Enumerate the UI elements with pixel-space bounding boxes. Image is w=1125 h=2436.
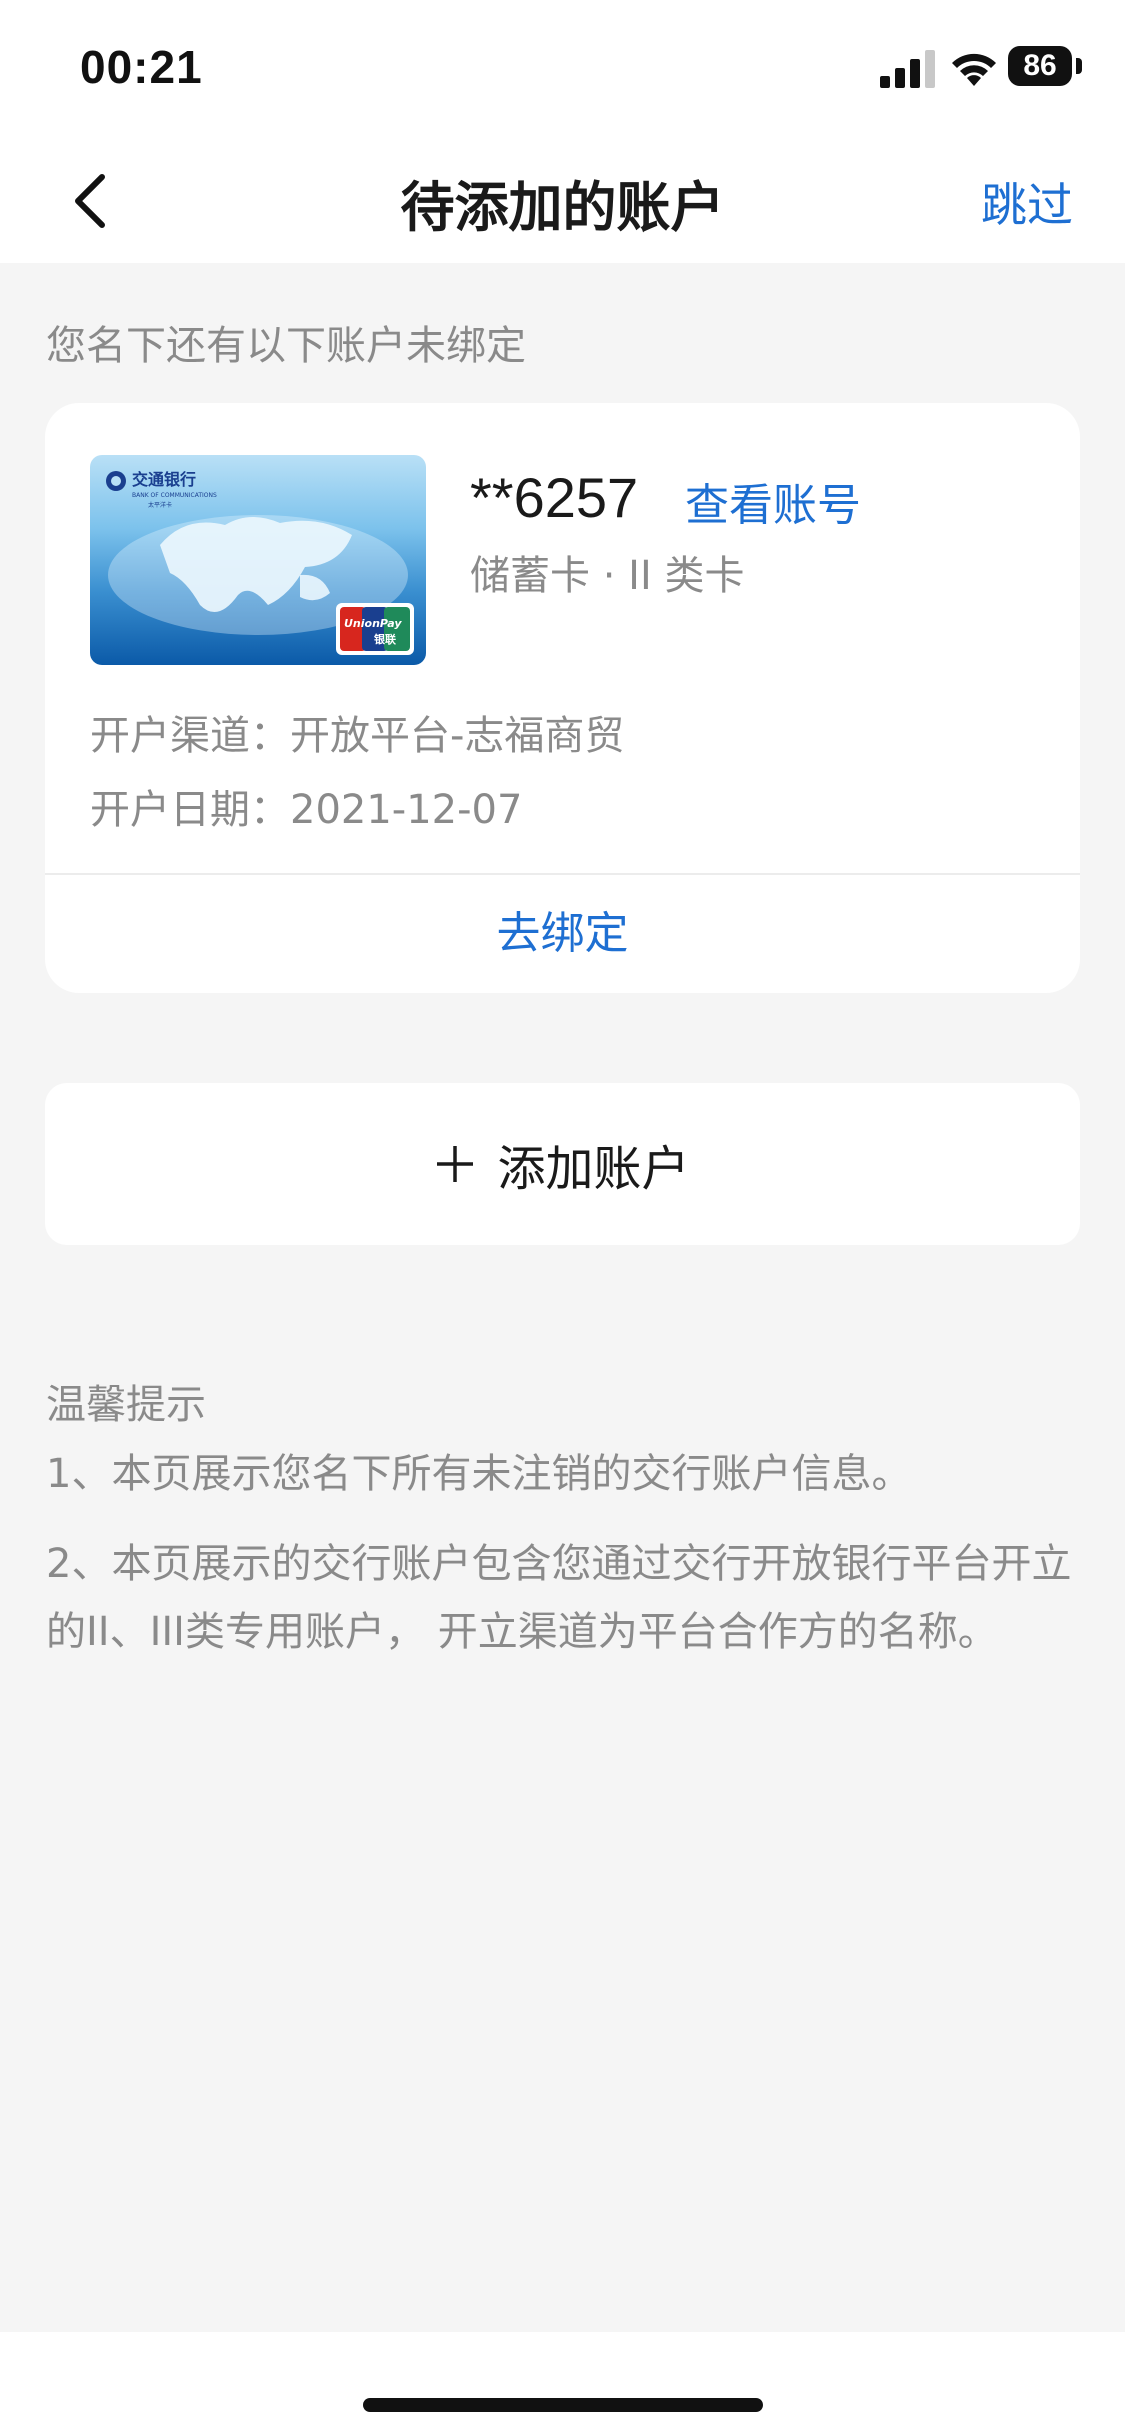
battery-indicator: 86 [1008, 46, 1072, 86]
navigation-bar: 待添加的账户 跳过 [0, 135, 1125, 263]
card-network-name-cn: 银联 [374, 632, 396, 646]
card-number: **6257 [470, 466, 639, 529]
wifi-icon [952, 53, 996, 86]
card-network-name: UnionPay [344, 617, 402, 630]
status-time: 00:21 [80, 41, 203, 93]
tip-item: 2、本页展示的交行账户包含您通过交行开放银行平台开立的II、III类专用账户， … [46, 1541, 1072, 1655]
add-account-label: 添加账户 [497, 1141, 690, 1197]
card-bank-name-en: BANK OF COMMUNICATIONS [132, 492, 217, 499]
skip-button[interactable]: 跳过 [981, 169, 1073, 235]
card-type: 储蓄卡 · II 类卡 [470, 553, 745, 599]
home-indicator[interactable] [363, 2398, 763, 2412]
status-bar: 00:21 86 [0, 0, 1125, 135]
bind-account-button[interactable]: 去绑定 [45, 875, 1080, 993]
plus-icon [437, 1146, 474, 1182]
card-series-name: 太平洋卡 [148, 501, 172, 509]
cellular-signal-icon [880, 50, 935, 88]
battery-nub [1076, 58, 1082, 74]
card-artwork: 交通银行 BANK OF COMMUNICATIONS 太平洋卡 UnionPa… [106, 470, 414, 655]
tip-item: 1、本页展示您名下所有未注销的交行账户信息。 [46, 1451, 912, 1497]
unionpay-logo-icon: UnionPay 银联 [336, 603, 414, 655]
page-title: 待添加的账户 [400, 176, 725, 239]
section-hint: 您名下还有以下账户未绑定 [46, 323, 526, 369]
account-card: 交通银行 BANK OF COMMUNICATIONS 太平洋卡 UnionPa… [45, 403, 1080, 993]
card-bank-name: 交通银行 [132, 470, 196, 489]
bank-card-image: 交通银行 BANK OF COMMUNICATIONS 太平洋卡 UnionPa… [90, 455, 426, 665]
account-open-date: 开户日期：2021-12-07 [90, 787, 523, 833]
tips-title: 温馨提示 [46, 1382, 206, 1428]
view-account-link[interactable]: 查看账号 [685, 469, 861, 533]
add-account-button[interactable]: 添加账户 [45, 1083, 1080, 1245]
bottom-safe-area [0, 2332, 1125, 2436]
account-channel: 开户渠道：开放平台-志福商贸 [90, 713, 625, 759]
